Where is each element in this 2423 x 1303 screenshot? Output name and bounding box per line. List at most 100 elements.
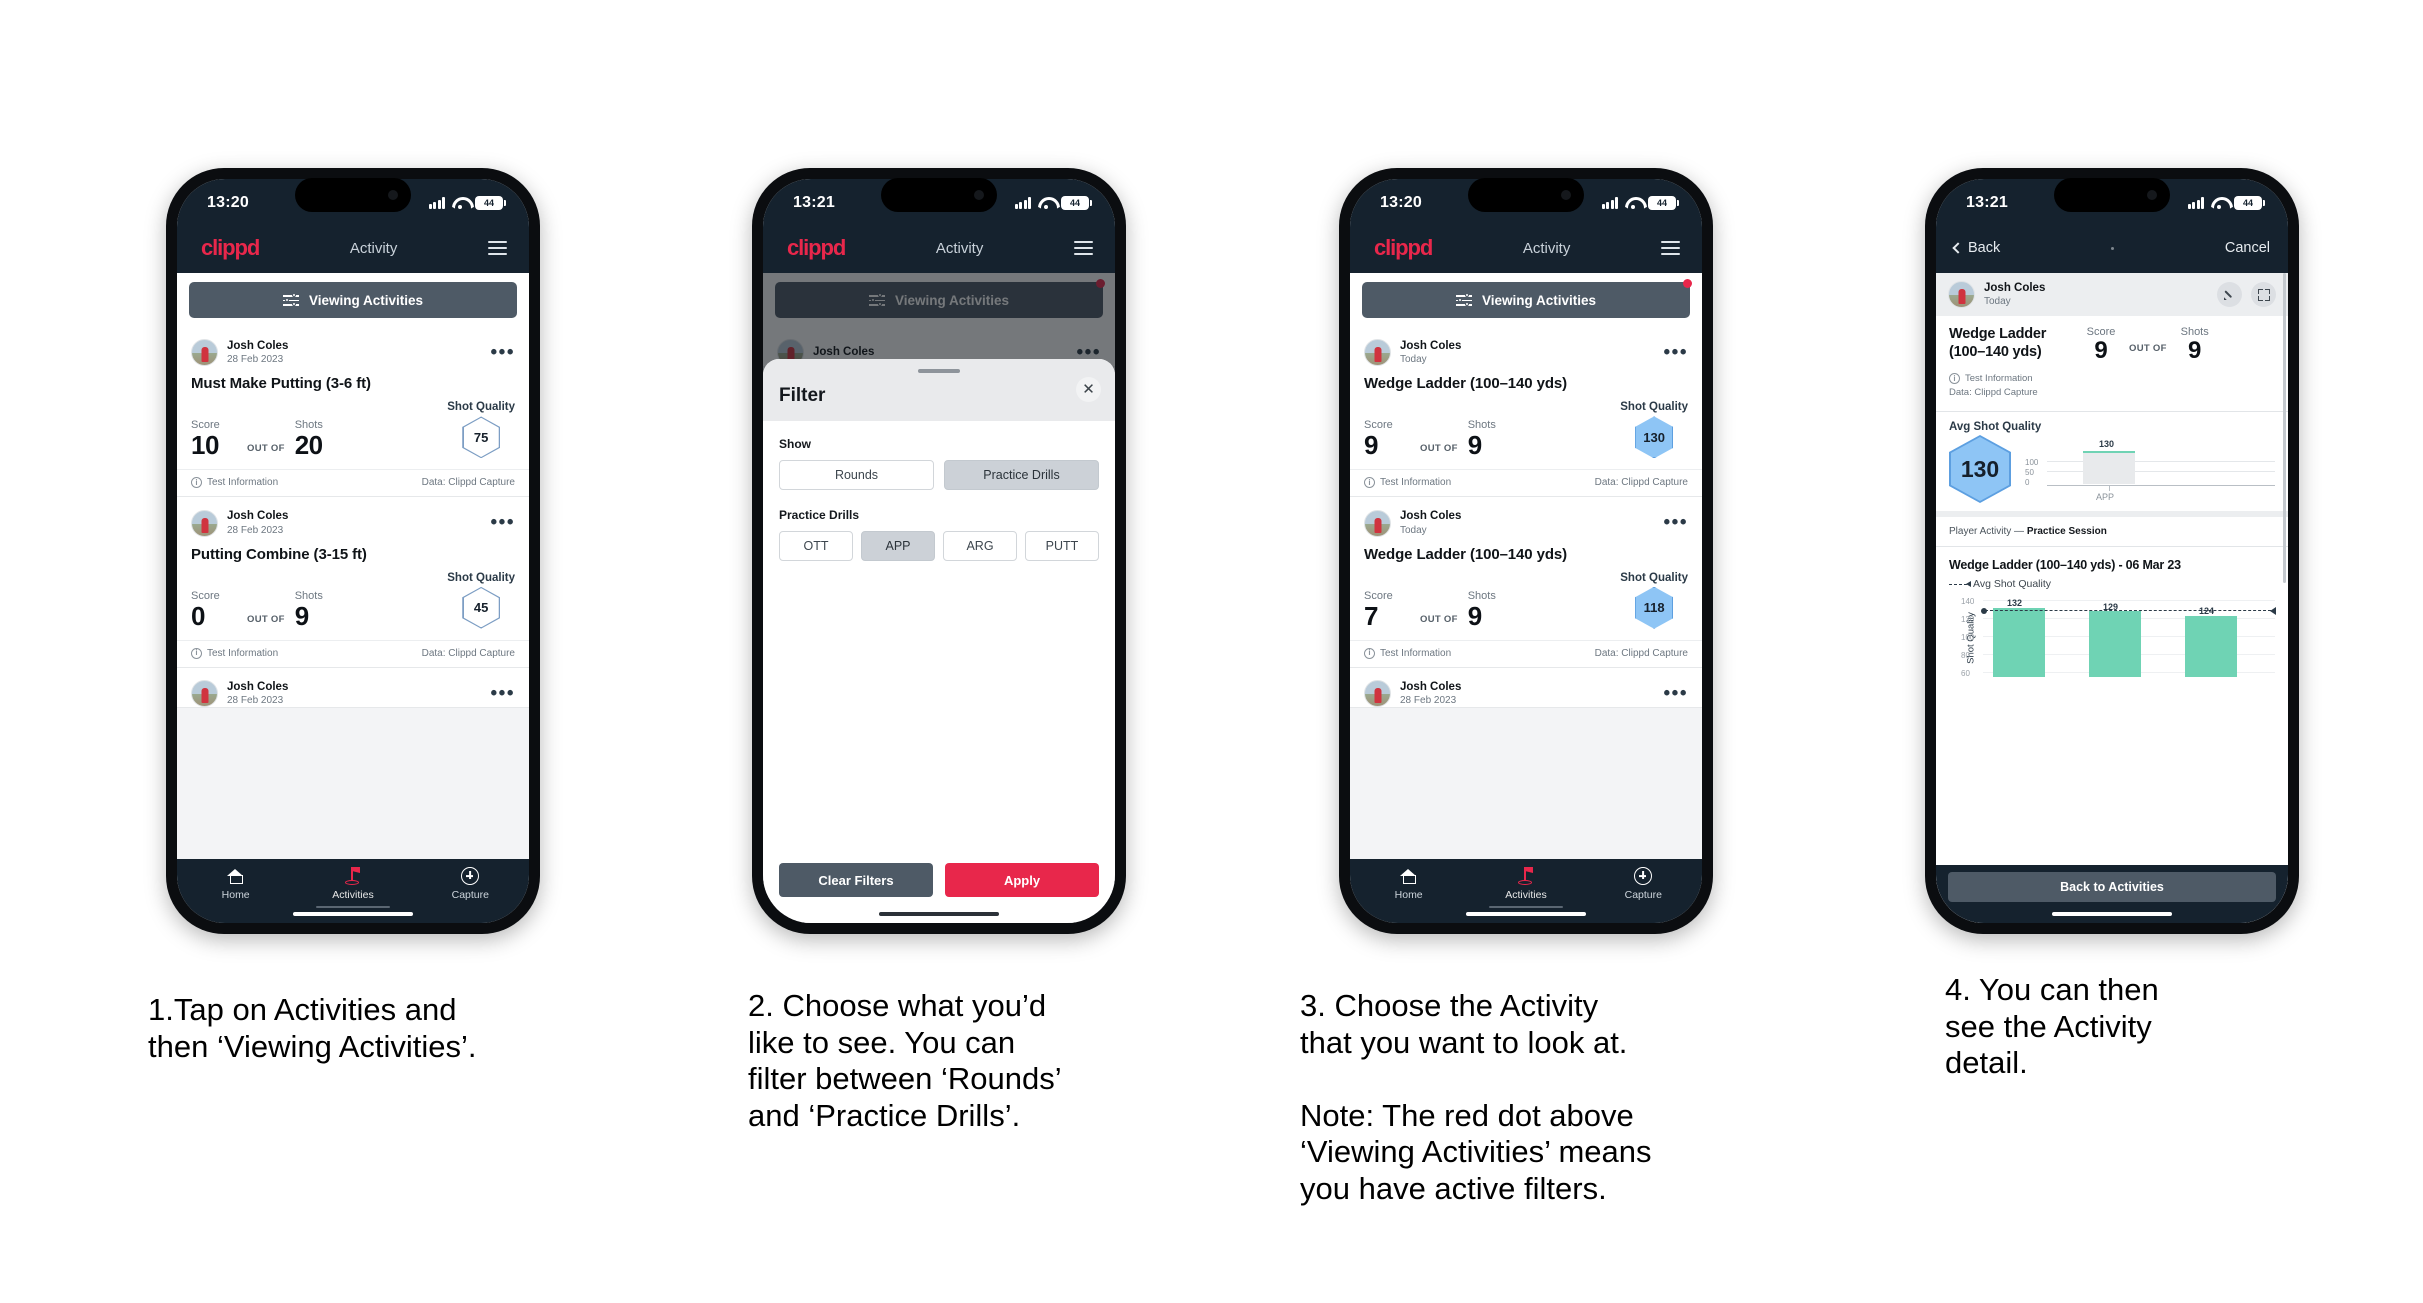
shot-quality-value: 118 xyxy=(1643,600,1665,616)
card-more-icon[interactable]: ••• xyxy=(1664,343,1688,363)
plus-circle-icon xyxy=(1634,867,1653,885)
phone-filtered-activities: 13:20 44 clippd Activity Viewing Activit… xyxy=(1339,168,1713,934)
card-more-icon[interactable]: ••• xyxy=(491,343,515,363)
battery-icon: 44 xyxy=(475,196,506,210)
back-to-activities-button[interactable]: Back to Activities xyxy=(1948,872,2276,902)
viewing-activities-button[interactable]: Viewing Activities xyxy=(189,282,517,318)
legend-label: Avg Shot Quality xyxy=(1973,578,2052,590)
score-label: Score xyxy=(1364,589,1393,602)
drill-chip-arg[interactable]: ARG xyxy=(943,531,1017,561)
activity-card[interactable]: Josh Coles 28 Feb 2023 ••• Putting Combi… xyxy=(177,497,529,668)
nav-item-activities[interactable]: Activities xyxy=(1489,866,1563,901)
back-button[interactable]: Back xyxy=(1952,240,2000,256)
shot-quality-chart-section: Wedge Ladder (100–140 yds) - 06 Mar 23 A… xyxy=(1936,547,2288,865)
nav-item-capture[interactable]: Capture xyxy=(1606,866,1680,901)
shots-value: 9 xyxy=(1467,430,1482,461)
home-indicator[interactable] xyxy=(2052,911,2172,916)
info-icon: i xyxy=(1364,477,1375,489)
edit-button[interactable] xyxy=(2217,282,2242,308)
home-indicator[interactable] xyxy=(879,911,999,916)
activity-card[interactable]: Josh Coles Today ••• Wedge Ladder (100–1… xyxy=(1350,327,1702,498)
nav-item-home[interactable]: Home xyxy=(1372,866,1446,901)
chart-ytick: 60 xyxy=(1961,669,1970,678)
test-information-label: Test Information xyxy=(1965,372,2033,384)
filter-bar-wrapper: Viewing Activities xyxy=(177,273,529,327)
detail-date: Today xyxy=(1984,296,2011,308)
nav-label: Activities xyxy=(1505,889,1547,901)
bottom-nav: Home Activities Capture xyxy=(1350,859,1702,923)
dynamic-island xyxy=(295,178,411,212)
activities-content: Viewing Activities Josh Coles 28 Feb 202… xyxy=(177,273,529,859)
score-label: Score xyxy=(191,589,220,602)
wifi-icon xyxy=(452,197,468,209)
card-more-icon[interactable]: ••• xyxy=(1664,513,1688,533)
activity-card[interactable]: Josh Coles 28 Feb 2023 ••• Must Make Put… xyxy=(177,327,529,498)
nav-item-capture[interactable]: Capture xyxy=(433,866,507,901)
chart-bar-label: 124 xyxy=(2199,606,2215,616)
scrollbar[interactable] xyxy=(2283,273,2286,583)
drill-chip-ott[interactable]: OTT xyxy=(779,531,853,561)
plus-circle-icon xyxy=(461,867,480,885)
home-indicator[interactable] xyxy=(293,911,413,916)
avatar xyxy=(191,509,218,537)
activity-card[interactable]: Josh Coles 28 Feb 2023 ••• xyxy=(1350,667,1702,709)
wifi-icon xyxy=(1625,197,1641,209)
menu-icon[interactable] xyxy=(1073,240,1093,256)
mini-chart-bar xyxy=(2083,452,2135,484)
clear-filters-button[interactable]: Clear Filters xyxy=(779,863,933,897)
shot-quality-hexagon: 130 xyxy=(1635,416,1674,459)
card-more-icon[interactable]: ••• xyxy=(491,513,515,533)
navbar-dot xyxy=(2111,246,2115,250)
nav-item-activities[interactable]: Activities xyxy=(316,866,390,901)
apply-button[interactable]: Apply xyxy=(945,863,1099,897)
data-source-label: Data: Clippd Capture xyxy=(421,477,515,489)
close-icon[interactable]: ✕ xyxy=(1076,377,1101,402)
detail-header: Josh Coles Today xyxy=(1936,273,2288,317)
show-option-practice-drills[interactable]: Practice Drills xyxy=(944,460,1099,490)
status-time: 13:21 xyxy=(1966,194,2008,211)
detail-user-name: Josh Coles xyxy=(1984,282,2046,294)
active-tab-indicator xyxy=(316,905,390,908)
avg-shot-quality-section: Avg Shot Quality 130 100 50 0 130 APP xyxy=(1936,412,2288,517)
bottom-nav: Home Activities Capture xyxy=(177,859,529,923)
card-user-name: Josh Coles xyxy=(227,510,289,523)
activity-card[interactable]: Josh Coles 28 Feb 2023 ••• xyxy=(177,667,529,709)
detail-content: Josh Coles Today Wedge Ladder (100–140 y… xyxy=(1936,273,2288,923)
menu-icon[interactable] xyxy=(1660,240,1680,256)
shot-quality-label: Shot Quality xyxy=(447,401,515,414)
drill-chip-putt[interactable]: PUTT xyxy=(1025,531,1099,561)
card-user-name: Josh Coles xyxy=(227,680,289,693)
detail-title: Wedge Ladder (100–140 yds) xyxy=(1949,326,2047,360)
show-segmented-control: Rounds Practice Drills xyxy=(779,460,1099,490)
sheet-drag-handle[interactable] xyxy=(918,369,960,373)
page-title: Activity xyxy=(1522,239,1571,257)
battery-icon: 44 xyxy=(1061,196,1092,210)
drill-chip-app[interactable]: APP xyxy=(861,531,935,561)
avatar xyxy=(191,679,218,707)
card-more-icon[interactable]: ••• xyxy=(491,683,515,703)
cellular-icon xyxy=(1014,197,1031,209)
caption-step-3: 3. Choose the Activity that you want to … xyxy=(1300,988,1652,1206)
card-more-icon[interactable]: ••• xyxy=(1664,683,1688,703)
nav-item-home[interactable]: Home xyxy=(199,866,273,901)
activity-card[interactable]: Josh Coles Today ••• Wedge Ladder (100–1… xyxy=(1350,497,1702,668)
chart-title: Wedge Ladder (100–140 yds) - 06 Mar 23 xyxy=(1949,558,2181,572)
detail-navbar: Back Cancel xyxy=(1936,227,2288,273)
chevron-left-icon xyxy=(1952,242,1964,254)
shots-value: 20 xyxy=(294,430,323,461)
mini-chart-xlabel: APP xyxy=(2096,492,2115,502)
avg-shot-quality-hexagon: 130 xyxy=(1949,435,2011,503)
card-date: 28 Feb 2023 xyxy=(227,524,284,536)
expand-button[interactable] xyxy=(2251,282,2276,308)
data-source-label: Data: Clippd Capture xyxy=(1594,647,1688,659)
cancel-button[interactable]: Cancel xyxy=(2225,240,2270,256)
mini-chart-value: 130 xyxy=(2099,439,2115,449)
avatar xyxy=(1364,509,1391,537)
menu-icon[interactable] xyxy=(487,240,507,256)
back-to-activities-wrapper: Back to Activities xyxy=(1936,865,2288,923)
app-header: clippd Activity xyxy=(177,227,529,273)
viewing-activities-button[interactable]: Viewing Activities xyxy=(1362,282,1690,318)
score-value: 10 xyxy=(191,430,219,461)
show-option-rounds[interactable]: Rounds xyxy=(779,460,934,490)
home-indicator[interactable] xyxy=(1466,911,1586,916)
